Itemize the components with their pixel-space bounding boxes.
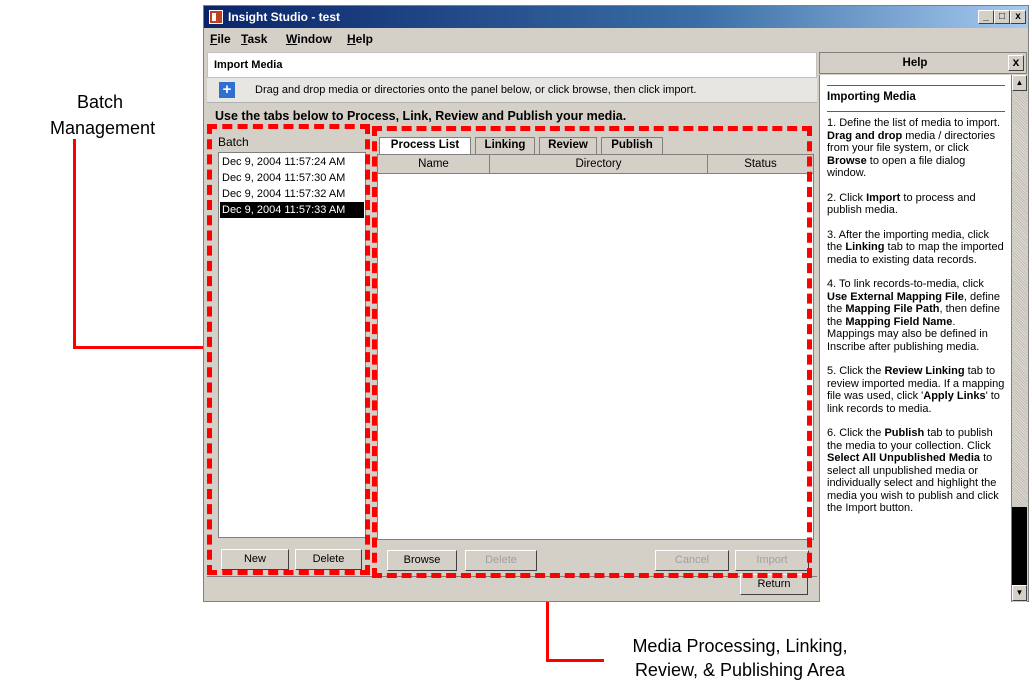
menu-help-label: elp [355,32,374,46]
help-content[interactable]: Importing Media 1. Define the list of me… [819,75,1011,602]
annotation-media-area: Media Processing, Linking, Review, & Pub… [600,634,880,682]
connector-batch-horizontal [73,346,218,349]
help-close-button[interactable]: x [1008,55,1024,71]
help-header: Help x [819,52,1027,74]
help-section-title: Importing Media [827,91,916,103]
window-title: Insight Studio - test [228,10,340,24]
connector-media-horizontal [546,659,604,662]
app-icon [209,10,223,24]
batch-management-highlight [207,124,370,575]
help-rule-bottom [827,111,1005,112]
import-title: Import Media [214,59,283,71]
maximize-button[interactable]: □ [994,10,1010,24]
menu-help-hotkey: H [347,32,356,46]
menu-bar: File Task Window Help [204,28,1028,50]
drop-hint-text: Drag and drop media or directories onto … [255,84,697,96]
menu-window-label: indow [297,32,332,46]
title-bar[interactable]: Insight Studio - test _ □ x [204,6,1028,28]
help-rule-top [827,85,1005,86]
plus-icon[interactable]: + [219,82,235,98]
help-text: 1. Define the list of media to import. D… [827,117,1005,527]
help-step-2: 2. Click Import to process and publish m… [827,191,976,217]
menu-task[interactable]: Task [241,32,267,46]
instructions-text: Use the tabs below to Process, Link, Rev… [215,109,627,123]
scroll-down-icon[interactable]: ▼ [1012,585,1027,601]
minimize-button[interactable]: _ [978,10,994,24]
annotation-batch-management: Batch Management [50,89,156,141]
connector-batch-vertical [73,139,76,349]
media-area-highlight [372,126,812,578]
menu-help[interactable]: Help [347,32,373,46]
annotation-line-1: Batch [76,92,124,112]
annotation-line-2: Review, & Publishing Area [634,660,846,680]
help-step-4: 4. To link records-to-media, click Use E… [827,278,1001,353]
menu-file-label: ile [217,32,231,46]
menu-task-label: ask [247,32,268,46]
menu-file[interactable]: File [210,32,231,46]
import-header: Import Media [207,52,817,78]
help-step-3: 3. After the importing media, click the … [827,228,1004,266]
annotation-line-1: Media Processing, Linking, [632,636,848,656]
help-step-1: 1. Define the list of media to import. D… [827,117,1001,179]
menu-window-hotkey: W [286,32,298,46]
scroll-up-icon[interactable]: ▲ [1012,75,1027,91]
help-title: Help [902,57,928,69]
drop-hint-bar: + Drag and drop media or directories ont… [207,78,817,103]
scroll-thumb[interactable] [1012,507,1027,587]
annotation-line-2: Management [50,118,156,138]
menu-window[interactable]: Window [286,32,332,46]
help-step-6: 6. Click the Publish tab to publish the … [827,427,999,514]
help-step-5: 5. Click the Review Linking tab to revie… [827,365,1005,415]
help-scrollbar[interactable]: ▲ ▼ [1011,75,1027,602]
close-button[interactable]: x [1010,10,1026,24]
